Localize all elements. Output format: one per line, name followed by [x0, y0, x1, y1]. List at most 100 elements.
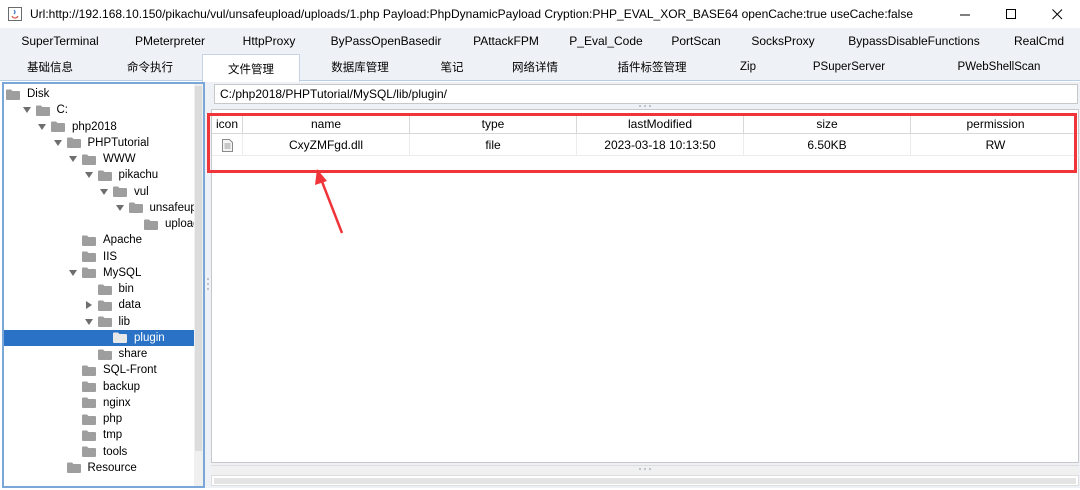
annotation-highlight-box	[207, 113, 1077, 173]
tree-node[interactable]: tmp	[68, 427, 124, 443]
folder-icon	[66, 462, 81, 474]
tab-pwebshellscan[interactable]: PWebShellScan	[946, 54, 1052, 80]
window-controls	[942, 0, 1080, 28]
tool-portscan[interactable]: PortScan	[662, 28, 730, 54]
tree-node[interactable]: MySQL	[68, 265, 143, 281]
tree-node[interactable]: Apache	[68, 232, 144, 248]
drag-grip-bottom-icon	[639, 468, 651, 470]
tree-node[interactable]: unsafeuploac	[115, 200, 203, 216]
annotation-arrow-icon	[315, 169, 344, 234]
tree-node-label: SQL-Front	[103, 364, 157, 377]
splitter-grip-icon	[207, 278, 209, 290]
expand-arrow-down-icon[interactable]	[84, 170, 94, 180]
tree-node[interactable]: plugin	[99, 330, 167, 346]
tool-superterminal[interactable]: SuperTerminal	[8, 28, 112, 54]
tree-node[interactable]: WWW	[68, 151, 138, 167]
tree-scrollbar-thumb[interactable]	[195, 86, 202, 451]
tab-network-details[interactable]: 网络详情	[500, 54, 570, 80]
directory-tree[interactable]: Disk C: php2018 PHPTutorial WWW pikachu vul uns…	[2, 82, 205, 488]
close-button[interactable]	[1034, 0, 1080, 28]
expand-arrow-down-icon[interactable]	[53, 138, 63, 148]
folder-icon	[128, 202, 143, 214]
tab-file-manager[interactable]: 文件管理	[202, 54, 300, 82]
folder-icon	[82, 154, 96, 165]
tree-node[interactable]: nginx	[68, 395, 133, 411]
tree-node-label: Disk	[27, 88, 50, 100]
minimize-button[interactable]	[942, 0, 988, 28]
tree-node[interactable]: lib	[84, 314, 133, 330]
tool-p-eval-code[interactable]: P_Eval_Code	[560, 28, 652, 54]
tool-socksproxy[interactable]: SocksProxy	[740, 28, 826, 54]
tree-node[interactable]: C:	[22, 102, 71, 118]
tree-node[interactable]: vul	[99, 184, 151, 200]
bottom-scrollbar-thumb[interactable]	[214, 478, 1076, 484]
expand-arrow-down-icon[interactable]	[99, 187, 109, 197]
folder-icon	[97, 284, 112, 295]
expand-arrow-down-icon[interactable]	[22, 105, 32, 115]
bottom-scrollbar[interactable]	[211, 475, 1079, 486]
expand-arrow-right-icon[interactable]	[84, 300, 94, 310]
tool-bypassopenbasedir[interactable]: ByPassOpenBasedir	[322, 28, 450, 54]
expand-arrow-down-icon[interactable]	[37, 122, 47, 132]
tree-node-label: nginx	[103, 396, 131, 409]
folder-icon	[82, 446, 96, 457]
expand-arrow-down-icon[interactable]	[84, 317, 94, 327]
tree-node[interactable]: tools	[68, 444, 129, 460]
tool-pmeterpreter[interactable]: PMeterpreter	[118, 28, 222, 54]
tool-bypassdisablefunctions[interactable]: BypassDisableFunctions	[840, 28, 988, 54]
path-input[interactable]: C:/php2018/PHPTutorial/MySQL/lib/plugin/	[214, 84, 1078, 104]
tree-node-label: Apache	[103, 234, 143, 247]
tree-node-label: Resource	[87, 461, 137, 474]
tab-psuperserver[interactable]: PSuperServer	[800, 54, 898, 80]
tab-zip[interactable]: Zip	[726, 54, 770, 80]
java-app-icon	[8, 7, 22, 21]
window-title: Url:http://192.168.10.150/pikachu/vul/un…	[30, 7, 914, 21]
tree-node[interactable]: Disk	[6, 86, 51, 102]
tree-node[interactable]: pikachu	[84, 167, 161, 183]
tab-plugin-tags[interactable]: 插件标签管理	[608, 54, 696, 80]
folder-icon	[82, 414, 96, 425]
tab-database-manager[interactable]: 数据库管理	[318, 54, 402, 80]
folder-icon	[97, 349, 112, 360]
tab-basic-info[interactable]: 基础信息	[14, 54, 86, 80]
tree-node[interactable]: bin	[84, 281, 136, 297]
tree-node[interactable]: data	[84, 297, 143, 313]
tree-node-label: share	[118, 348, 148, 360]
tree-node[interactable]: SQL-Front	[68, 362, 159, 378]
tree-node[interactable]: Resource	[53, 460, 139, 476]
tool-realcmd[interactable]: RealCmd	[1006, 28, 1072, 54]
tree-node-label: pikachu	[118, 169, 159, 182]
tree-node-label: vul	[134, 185, 149, 198]
folder-icon	[144, 219, 158, 230]
tree-node-label: WWW	[103, 153, 136, 165]
folder-icon	[51, 121, 65, 132]
plugin-toolbar: SuperTerminal PMeterpreter HttpProxy ByP…	[0, 28, 1080, 54]
tab-command-exec[interactable]: 命令执行	[114, 54, 186, 80]
tree-node[interactable]: IIS	[68, 249, 119, 265]
tool-httpproxy[interactable]: HttpProxy	[228, 28, 310, 54]
tree-node[interactable]: backup	[68, 379, 142, 395]
maximize-button[interactable]	[988, 0, 1034, 28]
tree-node-label: data	[118, 299, 141, 312]
tree-node[interactable]: share	[84, 346, 150, 362]
tool-pattackfpm[interactable]: PAttackFPM	[462, 28, 550, 54]
tree-scrollbar[interactable]	[194, 84, 203, 486]
expand-arrow-down-icon[interactable]	[68, 154, 78, 164]
tree-node[interactable]: PHPTutorial	[53, 135, 152, 151]
tree-node-label: tools	[103, 445, 128, 458]
folder-icon	[82, 381, 96, 392]
folder-icon	[82, 235, 96, 246]
tree-node[interactable]: php2018	[37, 119, 119, 135]
expand-arrow-down-icon[interactable]	[115, 203, 125, 213]
expand-arrow-down-icon[interactable]	[68, 268, 78, 278]
tree-node[interactable]: php	[68, 411, 124, 427]
tab-notes[interactable]: 笔记	[432, 54, 472, 80]
